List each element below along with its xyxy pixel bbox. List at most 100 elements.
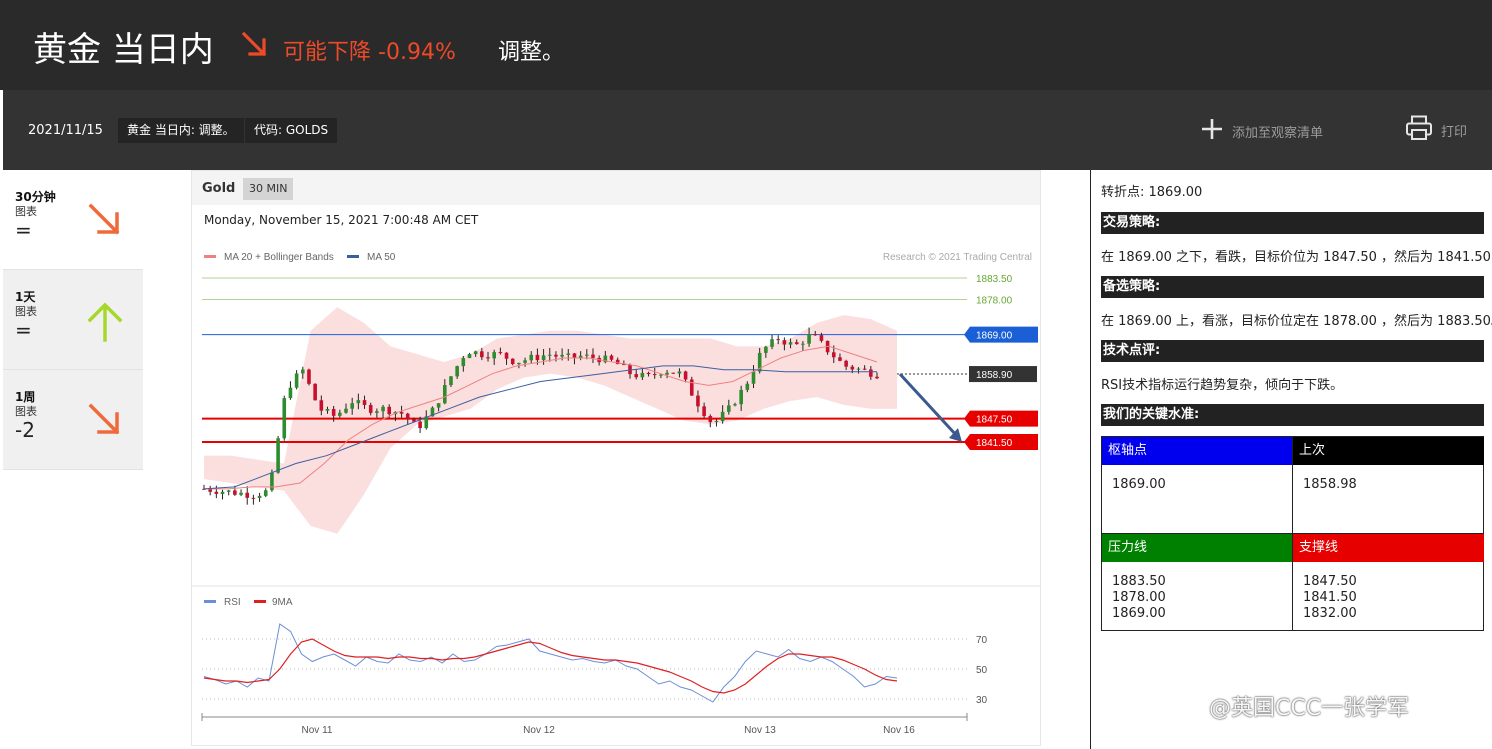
candle-body: [523, 360, 527, 363]
candle-body: [300, 369, 305, 374]
candle-body: [566, 353, 571, 355]
resistance-value: 1878.00: [1112, 590, 1166, 605]
candle-body: [689, 379, 694, 396]
candle-body: [671, 372, 676, 374]
timeframe-30min[interactable]: 30分钟 图表 =: [3, 170, 143, 270]
candle-body: [640, 372, 645, 378]
last-cell: 上次 1858.98: [1293, 437, 1484, 534]
candle-body: [745, 383, 750, 390]
candle-body: [492, 352, 496, 359]
candle-body: [591, 354, 595, 358]
candle-body: [764, 346, 768, 353]
x-tick-label: Nov 13: [744, 725, 776, 736]
candle-body: [226, 490, 231, 492]
candle-body: [294, 373, 299, 388]
candle-body: [844, 360, 848, 367]
analysis-panel: 转折点: 1869.00 交易策略: 在 1869.00 之下，看跌，目标价位为…: [1090, 170, 1492, 749]
candle-body: [720, 411, 725, 422]
support-value: 1847.50: [1303, 574, 1357, 589]
key-levels-table: 枢轴点 1869.00 上次 1858.98 压力线 1883.50 1878.…: [1101, 436, 1484, 631]
candle-body: [510, 358, 515, 365]
legend-swatch: [204, 600, 216, 603]
candle-body: [220, 491, 225, 494]
print-label: 打印: [1441, 124, 1468, 140]
candle-body: [529, 354, 534, 361]
printer-icon: [1405, 115, 1433, 145]
resistance-cell: 压力线 1883.50 1878.00 1869.00: [1102, 534, 1293, 630]
candle-body: [418, 421, 422, 429]
candle-body: [387, 406, 392, 415]
pivot-point: 转折点: 1869.00: [1101, 185, 1203, 200]
candle-body: [560, 354, 564, 357]
title-tag: 黄金 当日内: 调整。: [118, 118, 244, 143]
candle-body: [517, 362, 521, 365]
legend-label: MA 50: [367, 252, 396, 263]
candle-body: [751, 371, 756, 384]
candle-body: [307, 369, 311, 384]
legend-label: 9MA: [272, 597, 293, 608]
candle-body: [869, 369, 873, 377]
candle-body: [554, 354, 558, 357]
timeframe-sub: 图表: [15, 205, 37, 218]
rsi-tick: 30: [976, 695, 988, 706]
candle-body: [375, 411, 379, 413]
timeframe-1week[interactable]: 1周 图表 -2: [3, 370, 143, 470]
candle-body: [245, 492, 250, 498]
candle-body: [683, 371, 688, 380]
candle-body: [442, 385, 447, 404]
candle-body: [862, 368, 867, 370]
support-cell: 支撑线 1847.50 1841.50 1832.00: [1293, 534, 1484, 630]
price-chart-panel: Gold 30 MIN Monday, November 15, 2021 7:…: [191, 170, 1041, 746]
price-chart: MA 20 + Bollinger Bands MA 50 Research © 2…: [192, 252, 1040, 736]
candle-body: [572, 353, 577, 358]
resistance-value: 1869.00: [1112, 606, 1166, 621]
candle-body: [263, 490, 268, 496]
resistance-header: 压力线: [1102, 534, 1292, 562]
candle-body: [850, 366, 855, 370]
candle-body: [733, 404, 737, 406]
print-button[interactable]: 打印: [1405, 115, 1468, 145]
strategy-heading: 交易策略:: [1101, 212, 1484, 234]
x-tick-label: Nov 16: [883, 725, 915, 736]
timeframe-score: =: [15, 218, 32, 242]
candle-body: [282, 398, 287, 439]
legend-swatch: [254, 600, 266, 603]
candle-body: [362, 400, 367, 405]
alt-strategy-text: 在 1869.00 上，看涨，目标价位定在 1878.00 ，然后为 1883.…: [1101, 314, 1492, 329]
candle-body: [696, 395, 700, 407]
level-label: 1858.90: [976, 370, 1013, 381]
alt-strategy-heading: 备选策略:: [1101, 276, 1484, 298]
rsi-line: [203, 623, 898, 703]
arrow-up-icon: [85, 300, 125, 348]
candle-body: [677, 371, 682, 374]
x-tick-label: Nov 11: [302, 725, 333, 736]
watermark: @英国CCC一张学军: [1209, 696, 1410, 721]
pivot-value: 1869.00: [1112, 477, 1166, 492]
add-to-watchlist-button[interactable]: 添加至观察清单: [1200, 118, 1323, 144]
candle-body: [665, 372, 669, 375]
candle-body: [368, 404, 373, 413]
candle-body: [535, 354, 540, 361]
legend-swatch: [347, 255, 359, 258]
candle-body: [788, 342, 793, 345]
info-toolbar: 2021/11/15 黄金 当日内: 调整。 代码: GOLDS 添加至观察清单…: [3, 90, 1492, 170]
arrow-down-right-icon: [85, 400, 125, 444]
level-label: 1878.00: [976, 295, 1013, 306]
candle-body: [350, 403, 354, 409]
support-header: 支撑线: [1293, 534, 1484, 562]
candle-body: [331, 408, 336, 416]
candle-body: [356, 400, 361, 404]
candle-body: [585, 354, 589, 356]
candle-body: [455, 366, 459, 377]
level-label: 1841.50: [976, 438, 1013, 449]
x-tick-label: Nov 12: [523, 725, 555, 736]
candle-body: [578, 355, 583, 358]
legend-swatch: [204, 255, 216, 258]
candle-body: [257, 495, 262, 498]
candle-body: [652, 374, 657, 376]
legend-label: RSI: [224, 597, 241, 608]
pivot-header: 枢轴点: [1102, 437, 1292, 465]
timeframe-1day[interactable]: 1天 图表 =: [3, 270, 143, 370]
predicted-move: 可能下降 -0.94%: [283, 34, 456, 66]
legend-label: MA 20 + Bollinger Bands: [224, 252, 334, 263]
